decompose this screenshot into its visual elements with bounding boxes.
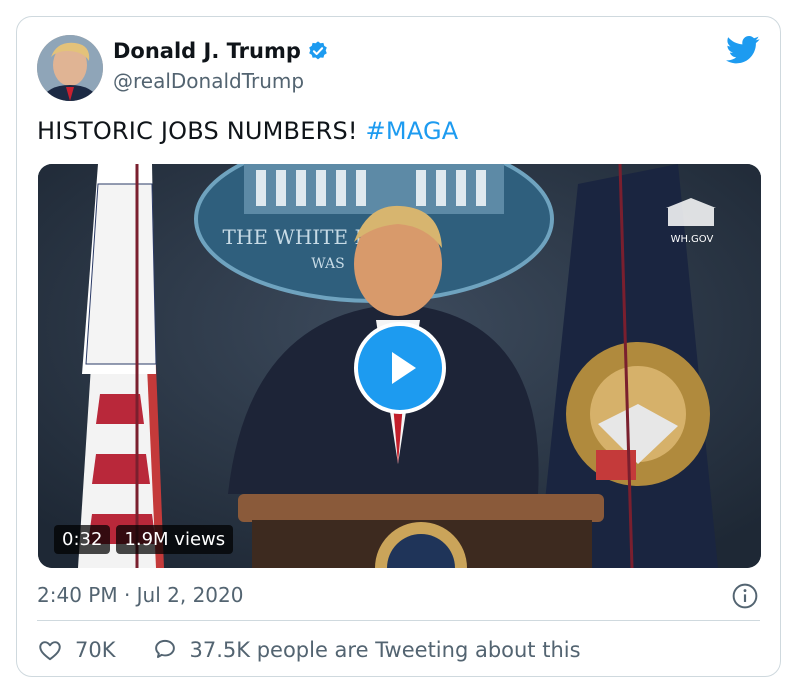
like-button[interactable]: 70K <box>37 637 116 663</box>
tweet-text: HISTORIC JOBS NUMBERS! #MAGA <box>37 117 458 145</box>
divider <box>37 620 760 621</box>
tweeting-link[interactable]: 37.5K people are Tweeting about this <box>152 637 581 663</box>
author-row: Donald J. Trump <box>113 39 329 63</box>
tweet-card: Donald J. Trump @realDonaldTrump HISTORI… <box>16 16 781 677</box>
hashtag-link[interactable]: #MAGA <box>366 117 459 145</box>
avatar[interactable] <box>37 35 103 101</box>
author-name[interactable]: Donald J. Trump <box>113 39 301 63</box>
info-icon[interactable] <box>732 583 758 609</box>
whgov-watermark: WH.GOV <box>671 234 714 245</box>
tweet-text-body: HISTORIC JOBS NUMBERS! <box>37 117 366 145</box>
like-count: 70K <box>75 638 116 662</box>
play-button[interactable] <box>354 322 446 414</box>
video-player[interactable]: THE WHITE HOUSE WAS WH.GOV 0:32 1.9M vie… <box>38 164 761 568</box>
author-handle[interactable]: @realDonaldTrump <box>113 69 304 93</box>
video-duration: 0:32 <box>54 525 111 554</box>
tweeting-text: 37.5K people are Tweeting about this <box>189 638 581 662</box>
video-views: 1.9M views <box>116 525 234 554</box>
action-bar: 70K 37.5K people are Tweeting about this <box>37 637 581 663</box>
play-icon <box>392 352 416 384</box>
seal-subtext: WAS <box>311 256 344 272</box>
reply-bubble-icon <box>154 639 175 659</box>
heart-icon <box>39 641 61 661</box>
video-overlay: 0:32 1.9M views <box>54 525 234 554</box>
twitter-bird-icon[interactable] <box>726 35 760 65</box>
tweet-timestamp[interactable]: 2:40 PM · Jul 2, 2020 <box>37 583 243 607</box>
verified-badge-icon <box>309 41 327 60</box>
